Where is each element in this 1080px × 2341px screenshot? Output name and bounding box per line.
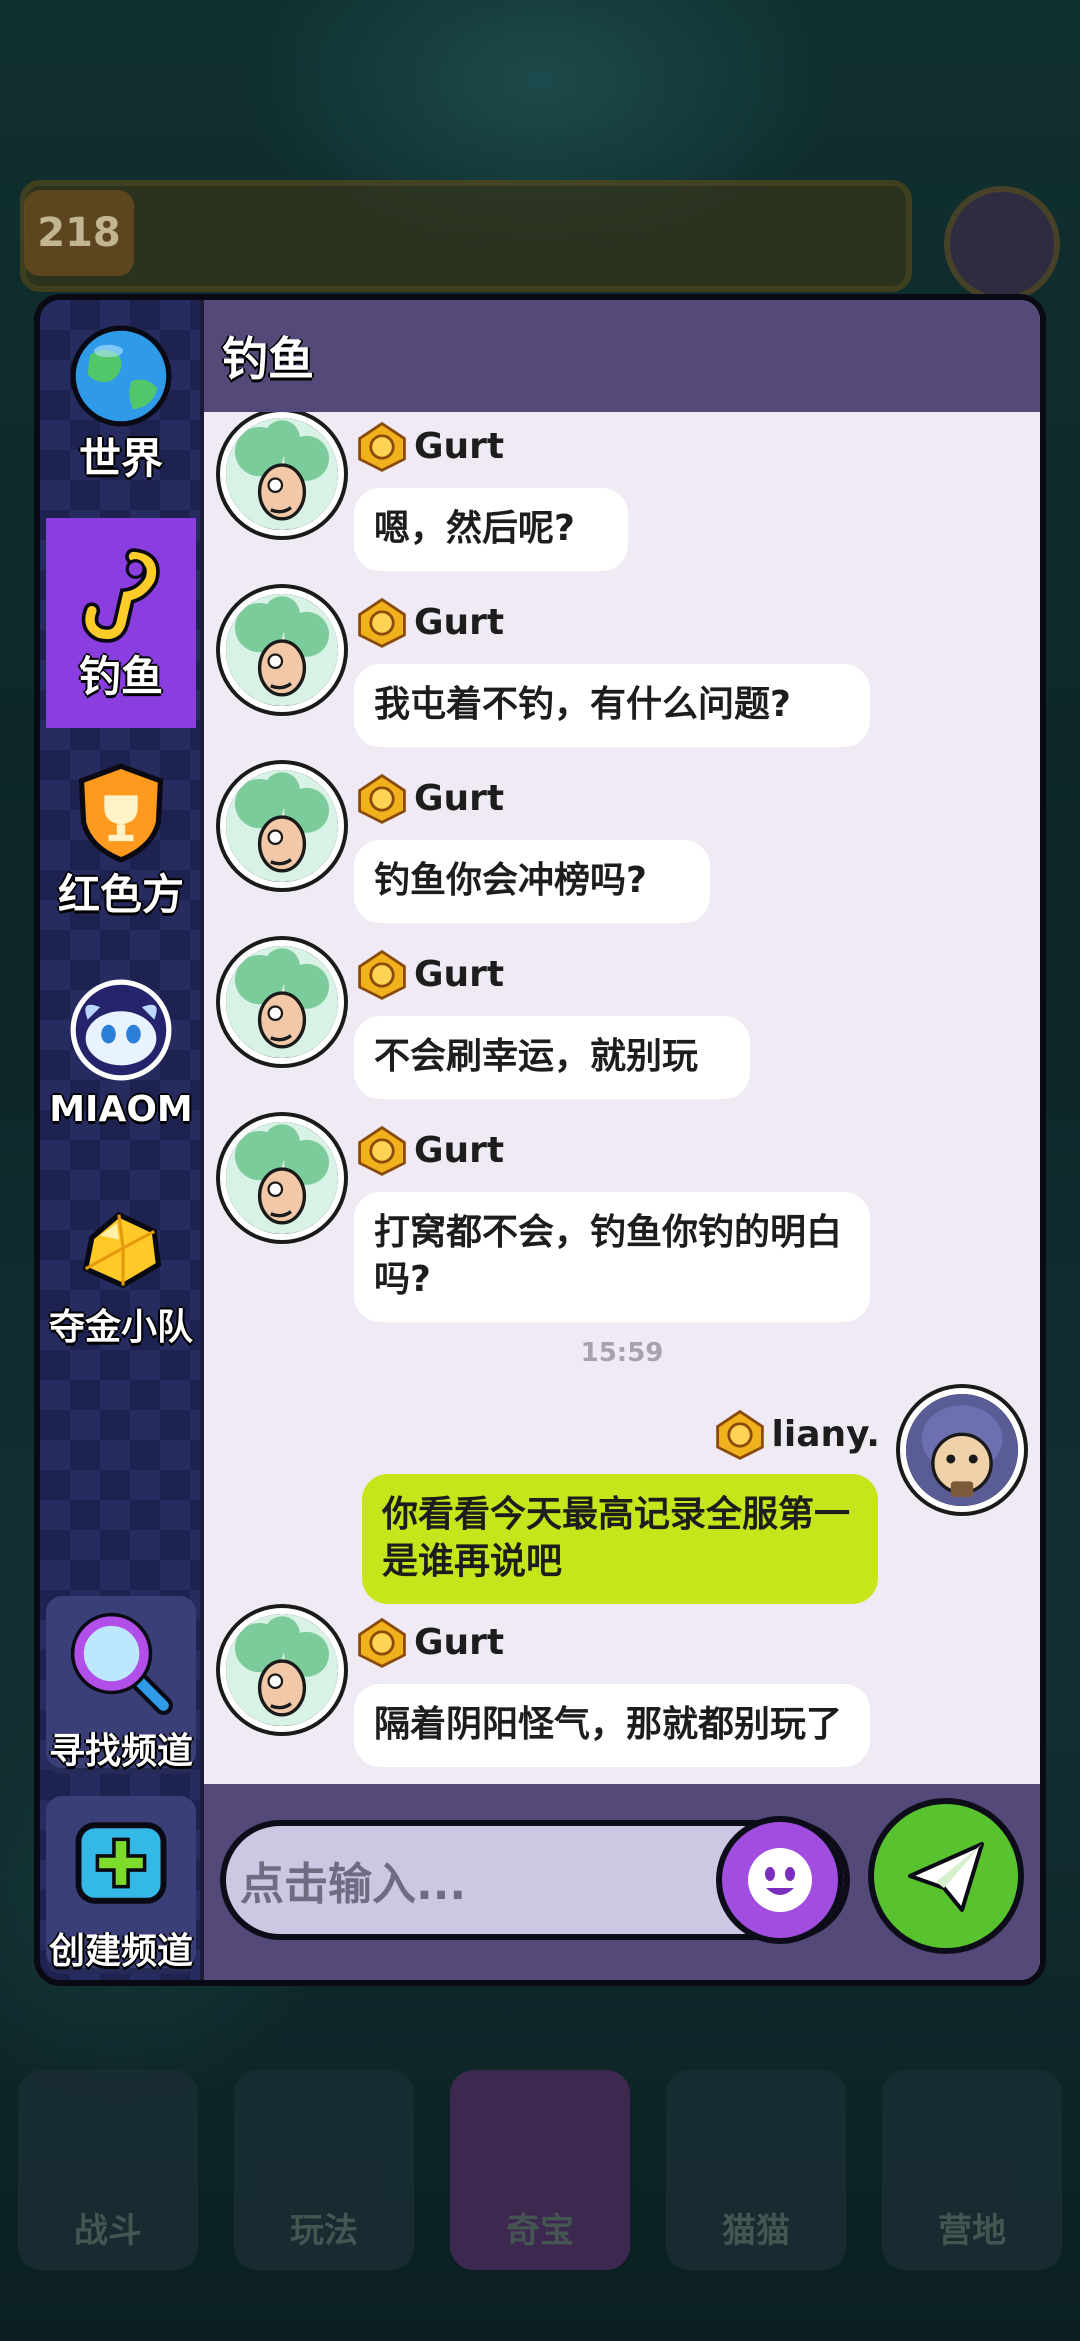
plus-icon [75, 1822, 167, 1904]
sidebar-item-world[interactable]: 世界 [46, 300, 196, 510]
sidebar-item-label: 世界 [78, 434, 163, 483]
avatar[interactable] [220, 940, 344, 1064]
sidebar-item-label: 钓鱼 [78, 652, 163, 701]
emoji-icon [748, 1848, 812, 1912]
user-avatar-icon [226, 594, 338, 706]
sidebar-item-red-team[interactable]: 红色方 [46, 736, 196, 946]
avatar[interactable] [220, 1116, 344, 1240]
sender-row: Gurt [354, 946, 504, 1002]
background-bottom-nav: 战斗 玩法 奇宝 猫猫 营地 [0, 2040, 1080, 2300]
sidebar-item-label: 红色方 [57, 870, 184, 919]
sidebar-item-gold-squad[interactable]: 夺金小队 [46, 1172, 196, 1382]
magnifier-icon [70, 1612, 173, 1715]
bottom-nav-item: 战斗 [18, 2070, 198, 2270]
rank-badge-icon [358, 421, 406, 472]
avatar[interactable] [220, 588, 344, 712]
paper-plane-icon [908, 1842, 984, 1912]
user-avatar-icon [226, 946, 338, 1058]
message-bubble: 嗯，然后呢? [354, 488, 628, 571]
background-top-bar [20, 180, 912, 292]
globe-icon [70, 325, 172, 427]
rank-badge-icon [358, 597, 406, 648]
create-channel-button[interactable]: 创建频道 [46, 1796, 196, 1974]
find-channel-label: 寻找频道 [48, 1731, 193, 1772]
chat-area: 钓鱼 Gurt 嗯，然后呢? Gurt 我屯着不钓，有什么问题? Gurt 钓鱼… [204, 300, 1040, 1980]
channel-sidebar: 世界 钓鱼 红色方 MIAOM 夺金小队 寻找频道 创建频道 [40, 300, 200, 1980]
user-avatar-icon [226, 1122, 338, 1234]
rank-badge-icon [715, 1409, 764, 1460]
mascot-avatar-icon [70, 979, 172, 1081]
channel-title: 钓鱼 [204, 300, 1040, 412]
message-bubble: 打窝都不会，钓鱼你钓的明白吗? [354, 1192, 870, 1322]
message-bubble: 钓鱼你会冲榜吗? [354, 840, 710, 923]
background-corner-button [944, 186, 1060, 302]
rank-badge-icon [358, 1617, 406, 1668]
sender-row: Gurt [354, 594, 504, 650]
avatar[interactable] [220, 764, 344, 888]
sender-name: Gurt [414, 1621, 505, 1663]
message-bubble: 我屯着不钓，有什么问题? [354, 664, 870, 747]
bottom-nav-item: 奇宝 [450, 2070, 630, 2270]
sender-row: Gurt [354, 770, 504, 826]
sidebar-item-miaom[interactable]: MIAOM [46, 954, 196, 1164]
chat-panel: 世界 钓鱼 红色方 MIAOM 夺金小队 寻找频道 创建频道 钓鱼 Gurt 嗯… [34, 294, 1046, 1986]
avatar[interactable] [220, 412, 344, 536]
sender-name: Gurt [414, 777, 505, 819]
sender-name: Gurt [414, 1129, 505, 1171]
sender-row: liany. [712, 1406, 880, 1462]
user-avatar-icon [226, 770, 338, 882]
find-channel-button[interactable]: 寻找频道 [46, 1596, 196, 1774]
sidebar-item-fishing[interactable]: 钓鱼 [46, 518, 196, 728]
sender-name: Gurt [414, 425, 505, 467]
gold-nugget-icon [82, 1211, 162, 1289]
trophy-shield-icon [78, 763, 164, 863]
bottom-nav-item: 营地 [882, 2070, 1062, 2270]
sender-name: liany. [771, 1413, 880, 1455]
input-bar: 点击输入... [204, 1784, 1040, 1980]
sidebar-item-label: 夺金小队 [48, 1307, 193, 1348]
message-list[interactable]: Gurt 嗯，然后呢? Gurt 我屯着不钓，有什么问题? Gurt 钓鱼你会冲… [204, 412, 1040, 1792]
sender-name: Gurt [414, 953, 505, 995]
rank-badge-icon [358, 1125, 406, 1176]
message-timestamp: 15:59 [580, 1338, 664, 1368]
send-button[interactable] [868, 1798, 1024, 1954]
create-channel-label: 创建频道 [48, 1931, 193, 1972]
sender-row: Gurt [354, 418, 504, 474]
bottom-nav-item: 玩法 [234, 2070, 414, 2270]
sender-row: Gurt [354, 1122, 504, 1178]
sender-name: Gurt [414, 601, 505, 643]
user-avatar-icon [226, 418, 338, 530]
sender-row: Gurt [354, 1614, 504, 1670]
rank-badge-icon [358, 773, 406, 824]
emoji-button[interactable] [716, 1816, 844, 1944]
background-level-badge: 218 [24, 190, 134, 276]
bottom-nav-item: 猫猫 [666, 2070, 846, 2270]
message-bubble: 不会刷幸运，就别玩 [354, 1016, 750, 1099]
message-bubble: 你看看今天最高记录全服第一是谁再说吧 [362, 1474, 878, 1604]
sidebar-item-label: MIAOM [49, 1089, 193, 1130]
fishing-hook-icon [81, 548, 160, 643]
user-avatar-icon [226, 1614, 338, 1726]
rank-badge-icon [358, 949, 406, 1000]
message-bubble: 隔着阴阳怪气，那就都别玩了 [354, 1684, 870, 1767]
avatar[interactable] [900, 1388, 1024, 1512]
avatar[interactable] [220, 1608, 344, 1732]
user-avatar-icon [906, 1394, 1018, 1506]
